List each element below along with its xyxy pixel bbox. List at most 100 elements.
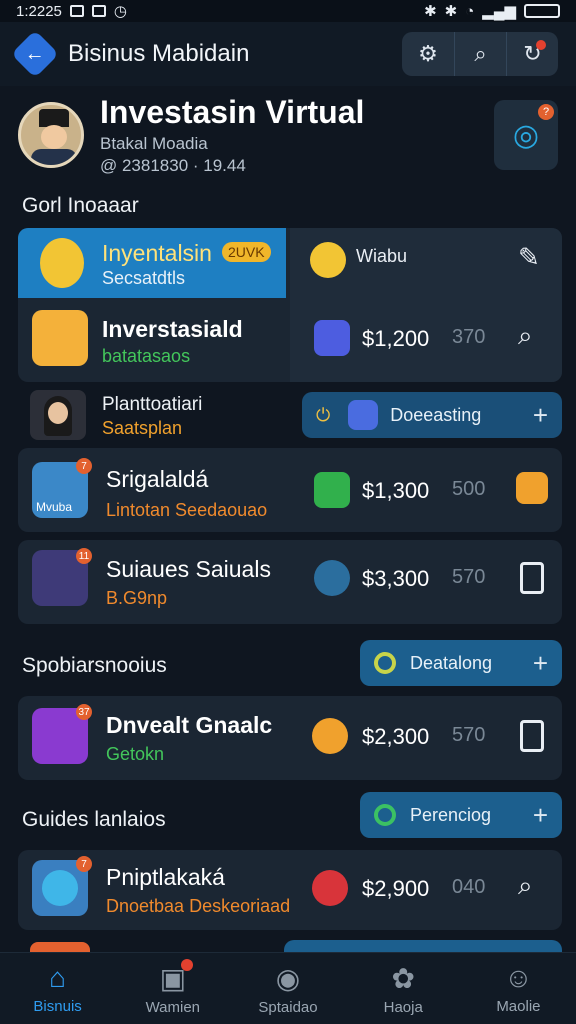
item-sub: Getokn <box>106 744 165 764</box>
coin-icon <box>312 718 348 754</box>
nav-item-haoja[interactable]: ✿ Haoja <box>346 953 461 1024</box>
section-action-button[interactable]: Perenciog + <box>360 792 562 838</box>
list-item[interactable]: 7 Pniptlakaká Dnoetbaa Deskeoriaad $2,90… <box>18 850 562 930</box>
item-price-small: 040 <box>452 876 486 898</box>
partial-button <box>284 940 562 952</box>
nav-item-sptaidao[interactable]: ◉ Sptaidao <box>230 953 345 1024</box>
chart-icon: ◉ <box>275 962 301 994</box>
item-price: $2,900 <box>362 876 430 901</box>
search-item-button[interactable]: ⌕ <box>518 870 533 902</box>
check-icon <box>314 472 350 508</box>
wifi-icon: ◔ <box>465 2 475 20</box>
edit-button[interactable]: ✎ <box>518 242 540 273</box>
item-sub: Dnoetbaa Deskeoriaad <box>106 896 291 916</box>
badge-icon: 11 <box>76 548 92 564</box>
battery-icon <box>524 4 560 18</box>
app-bar: ← Bisinus Mabidain ⚙ ⌕ ↻ <box>0 22 576 86</box>
nav-item-home[interactable]: ⌂ Bisnuis <box>0 953 115 1024</box>
badge-icon: 37 <box>76 704 92 720</box>
boosting-button[interactable]: ⏻ Doeeasting + <box>302 392 562 438</box>
search-item-button[interactable]: ⌕ <box>518 320 533 352</box>
bottom-nav: ⌂ Bisnuis ▣ Wamien ◉ Sptaidao ✿ Haoja ☺ … <box>0 952 576 1024</box>
item-price: $1,300 <box>362 478 430 503</box>
arrow-left-icon: ← <box>25 42 45 65</box>
featured-title: Inyentalsin <box>102 240 212 266</box>
nav-label: Sptaidao <box>258 998 318 1016</box>
featured-item[interactable]: Inyentalsin 2UVK Secsatdtls <box>18 228 286 298</box>
profile-time: @ 2381830 · 19.44 <box>100 156 246 175</box>
shield-icon <box>348 400 379 430</box>
section-title-first: Gorl Inoaaar <box>22 194 139 217</box>
wallet-icon[interactable] <box>516 472 548 504</box>
search-icon: ⌕ <box>518 320 533 350</box>
search-button[interactable]: ⌕ <box>454 32 506 76</box>
alarm-icon: ✱ <box>444 3 458 20</box>
nav-label: Wamien <box>145 998 201 1016</box>
plus-icon: + <box>532 647 548 678</box>
nav-item-wamien[interactable]: ▣ Wamien <box>115 953 230 1024</box>
calculator-icon <box>312 870 348 906</box>
badge-icon: 7 <box>76 458 92 474</box>
item-title: Planttoatiari <box>102 394 203 415</box>
signal-icon: ▂▄▆ <box>482 3 516 20</box>
nav-item-maolie[interactable]: ☺ Maolie <box>461 953 576 1024</box>
item-title: Suiaues Saiuals <box>106 556 271 582</box>
item-price: $2,300 <box>362 724 430 749</box>
back-button[interactable]: ← <box>10 29 60 79</box>
item-sub: B.G9np <box>106 588 168 608</box>
status-time: 1:2225 <box>16 2 62 20</box>
portrait-image <box>30 390 86 440</box>
item-sub: batatasaos <box>102 346 191 366</box>
profile-subtitle: Btakal Moadia <box>100 134 208 153</box>
item-title: Inverstasiald <box>102 316 243 342</box>
key-icon <box>314 560 350 596</box>
list-item[interactable]: Mvuba 7 Srigalaldá Lintotan Seedaouao $1… <box>18 448 562 532</box>
nav-label: Maolie <box>496 998 541 1015</box>
chart-icon <box>91 5 106 17</box>
badge-icon: ? <box>538 104 554 120</box>
item-sub: Saatsplan <box>102 418 183 438</box>
profile-name: Investasin Virtual <box>100 94 365 130</box>
item-title: Pniptlakaká <box>106 864 225 890</box>
button-label: Perenciog <box>410 804 492 825</box>
list-item[interactable]: 37 Dnvealt Gnaalc Getokn $2,300 570 <box>18 696 562 780</box>
plus-icon: + <box>532 799 548 830</box>
profile-icon: ☺ <box>504 962 533 993</box>
settings-button[interactable]: ⚙ <box>402 32 454 76</box>
phone-icon[interactable] <box>520 720 544 752</box>
chip-icon <box>314 320 350 356</box>
home-icon: ⌂ <box>49 962 67 993</box>
section-title-third: Guides lanlaios <box>22 808 166 831</box>
list-item[interactable]: 11 Suiaues Saiuals B.G9np $3,300 570 <box>18 540 562 624</box>
appbar-actions: ⚙ ⌕ ↻ <box>402 32 558 76</box>
nav-label: Haoja <box>383 998 423 1016</box>
app-title: Bisinus Mabidain <box>68 40 250 67</box>
notification-dot <box>181 959 194 971</box>
item-price-small: 570 <box>452 724 486 746</box>
featured-sub: Secsatdtls <box>102 268 186 288</box>
avatar[interactable] <box>18 102 84 168</box>
featured-right-label: Wiabu <box>356 246 408 266</box>
tile-image <box>32 310 88 366</box>
button-label: Deatalong <box>410 652 493 673</box>
featured-card: Inyentalsin 2UVK Secsatdtls Wiabu ✎ Inve… <box>18 228 562 382</box>
status-bar: 1:2225 ◷ ✱ ✱ ◔ ▂▄▆ <box>0 0 576 22</box>
target-button[interactable]: ◎ ? <box>494 100 558 170</box>
profile-header: Investasin Virtual Btakal Moadia @ 23818… <box>0 90 576 180</box>
item-price-small: 370 <box>452 326 486 348</box>
tile-image <box>30 942 90 952</box>
search-icon: ⌕ <box>474 41 487 66</box>
button-label: Doeeasting <box>390 404 482 425</box>
section-action-button[interactable]: Deatalong + <box>360 640 562 686</box>
ring-icon <box>374 652 396 674</box>
refresh-button[interactable]: ↻ <box>506 32 558 76</box>
phone-icon[interactable] <box>520 562 544 594</box>
puzzle-icon: ✿ <box>391 962 415 994</box>
item-title: Srigalaldá <box>106 466 209 492</box>
target-icon: ◎ <box>512 118 540 152</box>
section-title-second: Spobiarsnooius <box>22 654 167 677</box>
clock-icon: ◷ <box>113 3 127 20</box>
power-icon: ⏻ <box>316 404 331 425</box>
item-sub: Lintotan Seedaouao <box>106 500 268 520</box>
item-price: $1,200 <box>362 326 430 351</box>
